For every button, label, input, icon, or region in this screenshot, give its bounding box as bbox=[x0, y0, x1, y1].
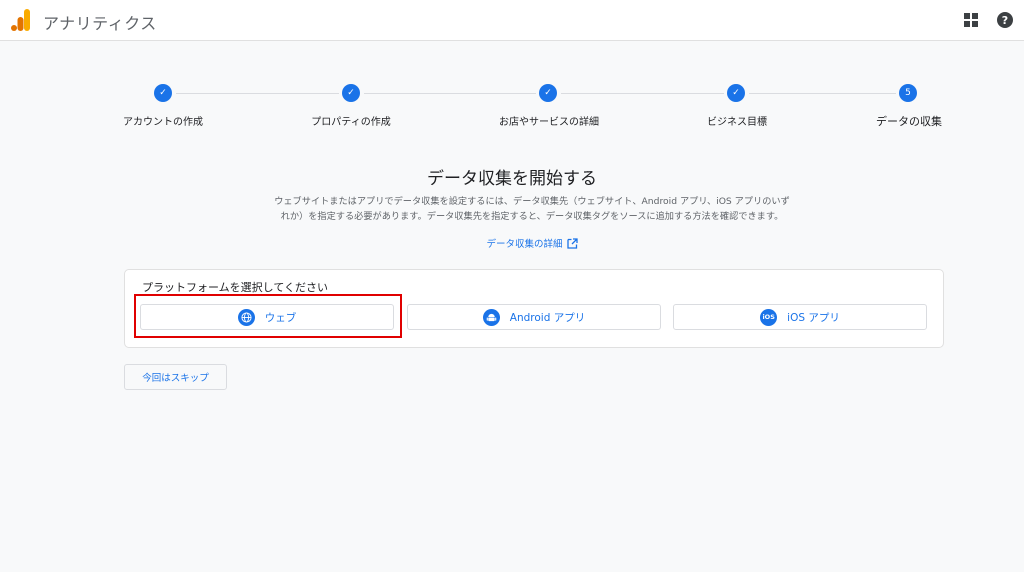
platform-select-card: プラットフォームを選択してください ウェブ Android アプリ iOS iO… bbox=[124, 269, 944, 348]
stepper-connector bbox=[176, 93, 339, 94]
stepper-connector bbox=[561, 93, 724, 94]
platform-card-title: プラットフォームを選択してください bbox=[142, 281, 329, 294]
ios-platform-label: iOS アプリ bbox=[787, 311, 840, 324]
description: ウェブサイトまたはアプリでデータ収集を設定するには、データ収集先（ウェブサイト、… bbox=[240, 194, 824, 224]
step-4-check-icon: ✓ bbox=[727, 84, 745, 102]
svg-text:?: ? bbox=[1002, 14, 1008, 27]
step-label-property: プロパティの作成 bbox=[311, 117, 391, 128]
help-icon[interactable]: ? bbox=[996, 11, 1014, 29]
step-label-account: アカウントの作成 bbox=[123, 117, 203, 128]
detail-link-label: データ収集の詳細 bbox=[486, 239, 563, 250]
web-platform-button[interactable]: ウェブ bbox=[140, 304, 394, 330]
globe-icon bbox=[237, 308, 255, 326]
stepper-connector bbox=[749, 93, 896, 94]
step-1-check-icon: ✓ bbox=[154, 84, 172, 102]
step-label-business-details: お店やサービスの詳細 bbox=[499, 117, 599, 128]
description-line-1: ウェブサイトまたはアプリでデータ収集を設定するには、データ収集先（ウェブサイト、… bbox=[274, 196, 790, 207]
description-line-2: れか）を指定する必要があります。データ収集先を指定すると、データ収集タグをソース… bbox=[280, 211, 784, 222]
page-title: データ収集を開始する bbox=[427, 169, 597, 189]
android-platform-button[interactable]: Android アプリ bbox=[407, 304, 661, 330]
top-app-bar: アナリティクス ? bbox=[0, 0, 1024, 41]
ios-platform-button[interactable]: iOS iOS アプリ bbox=[673, 304, 927, 330]
web-platform-label: ウェブ bbox=[264, 311, 297, 324]
step-2-check-icon: ✓ bbox=[342, 84, 360, 102]
step-5-number: 5 bbox=[899, 84, 917, 102]
app-title: アナリティクス bbox=[43, 14, 157, 33]
skip-button[interactable]: 今回はスキップ bbox=[124, 364, 227, 390]
analytics-logo-icon[interactable] bbox=[11, 9, 31, 31]
data-collection-detail-link[interactable]: データ収集の詳細 bbox=[0, 236, 1024, 250]
step-label-data-collection: データの収集 bbox=[876, 115, 942, 128]
android-icon bbox=[482, 308, 500, 326]
step-3-check-icon: ✓ bbox=[539, 84, 557, 102]
open-in-new-icon bbox=[566, 238, 578, 249]
step-label-business-goals: ビジネス目標 bbox=[707, 117, 767, 128]
android-platform-label: Android アプリ bbox=[509, 311, 586, 324]
stepper-connector bbox=[364, 93, 536, 94]
apps-grid-icon[interactable] bbox=[963, 12, 979, 28]
ios-icon: iOS bbox=[760, 308, 778, 326]
ios-icon-text: iOS bbox=[762, 313, 775, 321]
